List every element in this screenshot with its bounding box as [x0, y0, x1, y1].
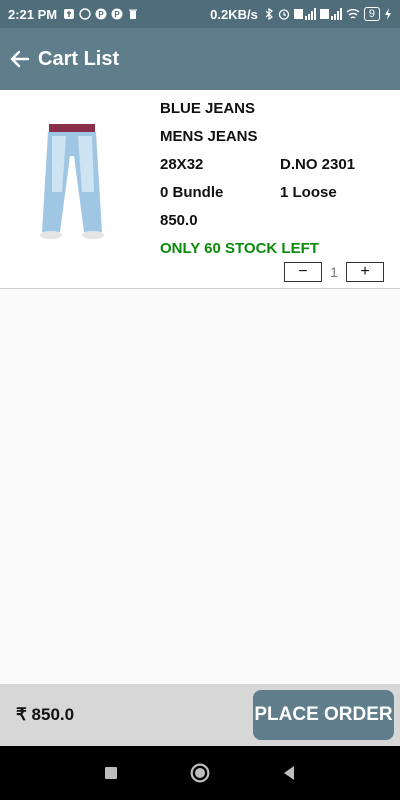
qty-type-row: 0 Bundle 1 Loose	[160, 179, 390, 207]
home-icon[interactable]	[190, 763, 210, 783]
item-loose: 1 Loose	[280, 184, 337, 201]
trash-icon	[129, 9, 138, 19]
alarm-icon	[278, 9, 290, 20]
item-price: 850.0	[160, 212, 198, 229]
item-design-no: D.NO 2301	[280, 156, 356, 173]
status-time: 2:21 PM	[8, 6, 58, 22]
notification-icons: P P	[63, 8, 139, 20]
quantity-value: 1	[330, 264, 338, 280]
battery-icon: 9	[363, 7, 380, 21]
item-size: 28X32	[160, 156, 204, 173]
stock-status: ONLY 60 STOCK LEFT	[160, 240, 319, 257]
total-amount: ₹ 850.0	[16, 705, 75, 724]
status-right: 0.2KB/s 9	[210, 7, 392, 22]
svg-text:P: P	[114, 10, 120, 19]
increment-button[interactable]: +	[346, 262, 384, 282]
place-order-button[interactable]: PLACE ORDER	[253, 690, 394, 740]
net-speed: 0.2KB/s	[210, 6, 258, 22]
quantity-stepper: − 1 +	[284, 262, 384, 282]
back-arrow-icon[interactable]	[8, 48, 30, 70]
item-category: MENS JEANS	[160, 128, 258, 145]
item-bundle: 0 Bundle	[160, 184, 224, 201]
p-app-icon: P	[95, 8, 107, 20]
svg-text:P: P	[98, 10, 104, 19]
item-details: BLUE JEANS MENS JEANS 28X32 D.NO 2301 0 …	[160, 90, 390, 263]
back-nav-icon[interactable]	[280, 764, 298, 782]
decrement-button[interactable]: −	[284, 262, 322, 282]
bluetooth-icon	[265, 8, 273, 20]
usb-icon	[64, 9, 75, 19]
cart-footer: ₹ 850.0 PLACE ORDER	[0, 684, 400, 746]
page-title: Cart List	[38, 47, 120, 70]
jeans-product-image	[22, 122, 122, 244]
charging-icon	[385, 8, 391, 20]
recents-icon[interactable]	[102, 764, 120, 782]
signal-icon-2	[319, 8, 342, 20]
status-bar: 2:21 PM P P 0.2KB/s 9	[0, 0, 400, 28]
item-name: BLUE JEANS	[160, 100, 256, 117]
system-nav-bar	[0, 746, 400, 800]
app-bar: Cart List	[0, 28, 400, 90]
whatsapp-icon	[79, 8, 91, 20]
wifi-icon	[346, 9, 360, 19]
cart-item: BLUE JEANS MENS JEANS 28X32 D.NO 2301 0 …	[0, 90, 400, 289]
size-row: 28X32 D.NO 2301	[160, 151, 390, 179]
p-app-icon-2: P	[111, 8, 123, 20]
signal-icon	[293, 8, 316, 20]
